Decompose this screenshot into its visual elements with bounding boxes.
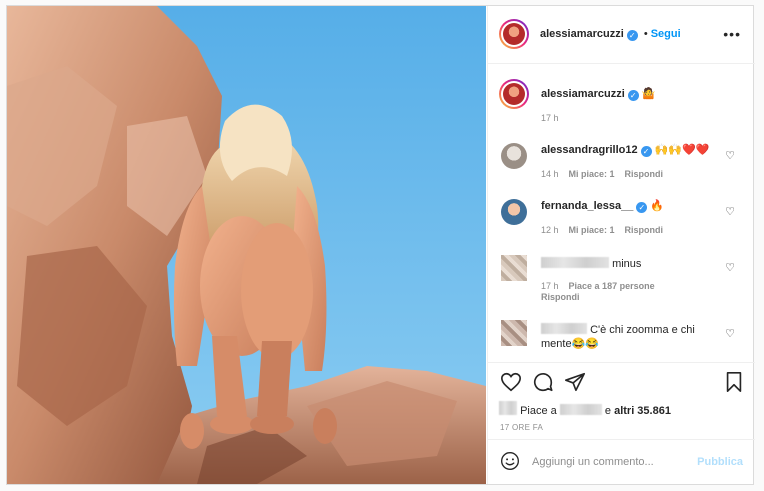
comment-like-heart-icon[interactable]: ♡ (725, 205, 735, 218)
bookmark-icon[interactable] (723, 371, 745, 393)
comment-text: minus (612, 258, 642, 270)
add-comment-bar: Pubblica (488, 439, 755, 484)
instagram-post-card: alessiamarcuzzi ✓ • Segui ••• alessiamarcu… (6, 5, 755, 485)
comment-avatar[interactable] (501, 255, 527, 281)
publish-button[interactable]: Pubblica (697, 456, 743, 468)
post-header: alessiamarcuzzi ✓ • Segui ••• (488, 6, 755, 64)
more-options-icon[interactable]: ••• (723, 26, 741, 42)
comments-list: alessiamarcuzzi ✓ 🤷 17 h alessandragrillo… (488, 65, 755, 361)
follow-separator: • (643, 28, 648, 40)
caption-author-avatar[interactable] (499, 79, 529, 109)
comment-like-heart-icon[interactable]: ♡ (725, 327, 735, 340)
blurred-username (541, 257, 609, 268)
caption-text: 🤷 (641, 88, 656, 100)
post-timestamp[interactable]: 17 ORE FA (500, 423, 543, 432)
verified-badge-icon: ✓ (640, 146, 652, 157)
comment-input[interactable] (532, 452, 682, 472)
verified-badge-icon: ✓ (626, 30, 638, 41)
photo-illustration (7, 6, 486, 484)
verified-badge-icon: ✓ (636, 202, 648, 213)
liker-avatar-blurred (499, 401, 517, 415)
post-actions: Piace a e altri 35.861 17 ORE FA Pubblic… (488, 362, 755, 485)
comment-text: 🔥 (650, 200, 665, 212)
reply-button[interactable]: Rispondi (625, 225, 664, 235)
author-avatar[interactable] (499, 19, 529, 49)
verified-badge-icon: ✓ (627, 90, 639, 101)
likes-summary[interactable]: Piace a e altri 35.861 (499, 401, 671, 417)
comment-avatar[interactable] (501, 143, 527, 169)
comment-time[interactable]: 17 h (541, 281, 559, 291)
follow-button[interactable]: Segui (651, 28, 681, 40)
caption-author-username[interactable]: alessiamarcuzzi (541, 88, 625, 100)
comment-username[interactable]: alessandragrillo12 (541, 144, 638, 156)
comment-time[interactable]: 14 h (541, 169, 559, 179)
caption-time[interactable]: 17 h (541, 113, 559, 123)
comment-likes[interactable]: Mi piace: 1 (569, 169, 615, 179)
blurred-username (541, 323, 587, 334)
comment-avatar[interactable] (501, 199, 527, 225)
post-side-panel: alessiamarcuzzi ✓ • Segui ••• alessiamarcu… (487, 6, 755, 485)
likes-prefix: Piace a (520, 405, 557, 417)
author-username[interactable]: alessiamarcuzzi (540, 28, 624, 40)
comment-username[interactable]: fernanda_lessa__ (541, 200, 633, 212)
post-photo[interactable] (7, 6, 486, 484)
comment-time[interactable]: 12 h (541, 225, 559, 235)
comment-like-heart-icon[interactable]: ♡ (725, 149, 735, 162)
likes-middle: e (604, 405, 612, 417)
heart-icon[interactable] (500, 371, 522, 393)
reply-button[interactable]: Rispondi (541, 292, 580, 302)
comment-like-heart-icon[interactable]: ♡ (725, 261, 735, 274)
reply-button[interactable]: Rispondi (625, 169, 664, 179)
comment-likes[interactable]: Mi piace: 1 (569, 225, 615, 235)
smiley-icon[interactable] (500, 451, 520, 471)
paper-plane-icon[interactable] (564, 371, 586, 393)
comment-icon[interactable] (532, 371, 554, 393)
comment-text: 🙌🙌❤️❤️ (654, 144, 710, 156)
comment-avatar[interactable] (501, 320, 527, 346)
likes-others-count[interactable]: altri 35.861 (614, 405, 671, 417)
comment-likes[interactable]: Piace a 187 persone (569, 281, 655, 291)
liker-name-blurred (559, 404, 602, 415)
